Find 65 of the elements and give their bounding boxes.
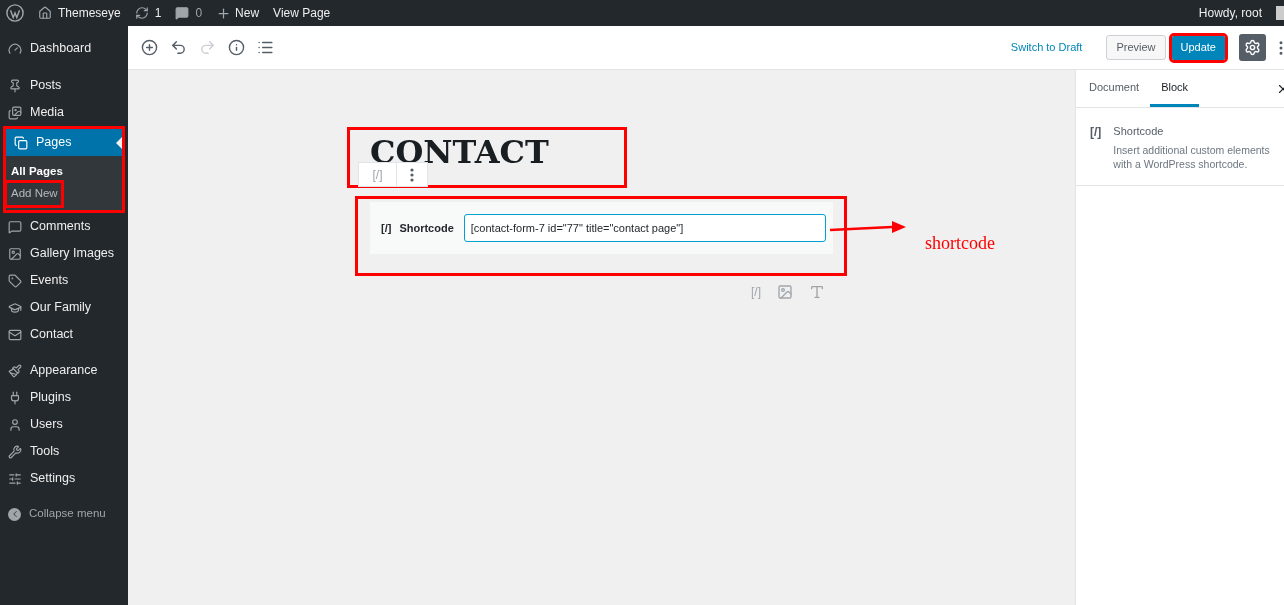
graduation-cap-icon: [8, 300, 22, 315]
annotation-label: shortcode: [925, 232, 995, 255]
tag-icon: [8, 273, 22, 288]
menu-item[interactable]: Dashboard: [0, 35, 128, 62]
shortcode-input[interactable]: [contact-form-7 id="77" title="contact page"]: [463, 214, 826, 242]
plus-icon: [216, 5, 232, 21]
kebab-icon: [410, 167, 414, 182]
site-link[interactable]: Themeseye: [38, 4, 121, 22]
menu-item[interactable]: Media: [0, 99, 128, 126]
menu-item[interactable]: Tools: [0, 438, 128, 465]
collapse-icon: [8, 507, 21, 521]
pages-icon: [14, 135, 28, 150]
comments-link[interactable]: 0: [175, 4, 203, 22]
menu-item[interactable]: Contact: [0, 321, 128, 348]
sliders-icon: [8, 471, 22, 486]
preview-button[interactable]: Preview: [1106, 35, 1166, 60]
pin-icon: [8, 78, 22, 93]
wrench-icon: [8, 444, 22, 459]
image-icon: [8, 246, 22, 261]
block-card-title: Shortcode: [1113, 124, 1165, 139]
gear-icon: [1244, 39, 1261, 56]
gauge-icon: [8, 41, 22, 56]
refresh-icon: [134, 6, 149, 20]
panel-tab[interactable]: Document: [1078, 70, 1151, 107]
menu-item[interactable]: Users: [0, 411, 128, 438]
current-indicator: [116, 137, 122, 149]
switch-to-draft-link[interactable]: Switch to Draft: [1010, 39, 1083, 56]
menu-item[interactable]: Plugins: [0, 384, 128, 411]
menu-item[interactable]: Pages: [6, 129, 122, 156]
avatar: [1276, 6, 1284, 20]
menu-item[interactable]: Our Family: [0, 294, 128, 321]
settings-button[interactable]: [1239, 34, 1266, 61]
undo-icon[interactable]: [170, 39, 187, 56]
outline-icon[interactable]: [257, 39, 274, 56]
shortcode-block[interactable]: [/] Shortcode [contact-form-7 id="77" title="contact page"]: [370, 202, 833, 254]
collapse-menu-button[interactable]: Collapse menu: [0, 501, 128, 527]
menu-item[interactable]: Settings: [0, 465, 128, 492]
menu-item[interactable]: Events: [0, 267, 128, 294]
submenu-item[interactable]: All Pages: [7, 161, 66, 183]
new-link[interactable]: New: [216, 4, 260, 22]
mail-icon: [8, 327, 22, 342]
updates-link[interactable]: 1: [134, 4, 162, 22]
wordpress-logo-icon[interactable]: [6, 4, 24, 22]
add-block-icon[interactable]: [141, 39, 158, 56]
info-icon[interactable]: [228, 39, 245, 56]
comment-icon: [8, 219, 22, 234]
greeting-link[interactable]: Howdy, root: [1198, 4, 1262, 22]
block-card-icon: [/]: [1090, 123, 1102, 171]
media-icon: [8, 105, 22, 120]
paintbrush-icon: [8, 363, 22, 378]
shortcode-block-icon: [/]: [381, 219, 392, 237]
menu-item[interactable]: Comments: [0, 213, 128, 240]
comment-icon: [175, 6, 190, 20]
submenu-item[interactable]: Add New: [7, 183, 61, 205]
menu-item[interactable]: Posts: [0, 72, 128, 99]
menu-item[interactable]: Gallery Images: [0, 240, 128, 267]
user-icon: [8, 417, 22, 432]
home-icon: [38, 6, 52, 20]
shortcode-label: Shortcode: [399, 220, 454, 236]
update-button[interactable]: Update: [1171, 35, 1225, 60]
menu-item[interactable]: Appearance: [0, 357, 128, 384]
view-page-link[interactable]: View Page: [273, 4, 331, 22]
plug-icon: [8, 390, 22, 405]
block-card-description: Insert additional custom elements with a WordPress shortcode.: [1113, 142, 1271, 171]
panel-tab[interactable]: Block: [1150, 70, 1200, 107]
